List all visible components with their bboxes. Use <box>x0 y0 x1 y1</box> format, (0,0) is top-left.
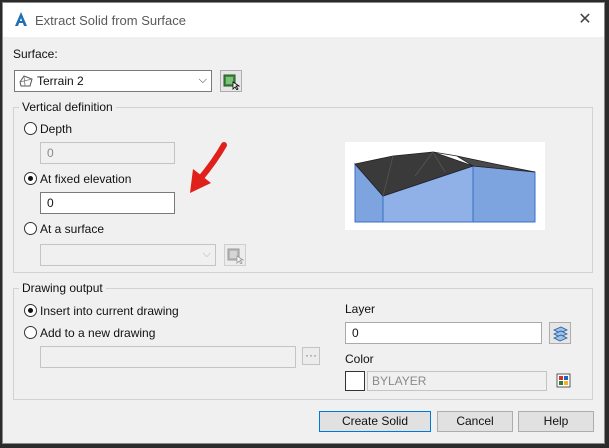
color-input[interactable]: BYLAYER <box>367 371 547 391</box>
color-palette-icon <box>556 373 571 388</box>
layer-button[interactable] <box>549 322 571 344</box>
solid-preview-image <box>345 142 545 230</box>
depth-label: Depth <box>40 122 73 136</box>
create-solid-button[interactable]: Create Solid <box>319 411 431 432</box>
cancel-button[interactable]: Cancel <box>437 411 513 432</box>
color-picker-button[interactable] <box>553 370 573 390</box>
color-label: Color <box>345 352 374 366</box>
layer-label: Layer <box>345 302 376 316</box>
help-button[interactable]: Help <box>518 411 594 432</box>
color-swatch <box>345 371 365 391</box>
add-new-drawing-label: Add to a new drawing <box>40 326 156 340</box>
autocad-civil-icon <box>15 12 27 26</box>
add-new-drawing-radio[interactable] <box>24 326 37 339</box>
fixed-elevation-radio[interactable] <box>24 172 37 185</box>
new-drawing-path-input[interactable] <box>40 346 296 368</box>
depth-input[interactable]: 0 <box>40 142 175 164</box>
annotation-arrow-icon <box>190 142 227 193</box>
at-surface-radio[interactable] <box>24 222 37 235</box>
browse-button[interactable]: ··· <box>302 347 320 365</box>
surface-label: Surface: <box>13 47 58 61</box>
at-surface-label: At a surface <box>40 222 105 236</box>
chevron-down-icon: ⌵ <box>202 248 211 260</box>
surface-select[interactable]: Terrain 2 ⌵ <box>14 70 212 92</box>
surface-icon <box>19 75 33 87</box>
title-bar: Extract Solid from Surface ✕ <box>3 3 604 37</box>
extracted-solid-illustration <box>354 151 536 223</box>
pick-surface-disabled-button[interactable] <box>224 244 246 266</box>
chevron-down-icon: ⌵ <box>198 74 207 86</box>
close-icon[interactable]: ✕ <box>574 9 596 31</box>
at-surface-select[interactable]: ⌵ <box>40 244 216 266</box>
insert-current-drawing-label: Insert into current drawing <box>40 304 179 318</box>
extract-solid-dialog: Extract Solid from Surface ✕ Surface: Te… <box>2 2 605 444</box>
fixed-elevation-label: At fixed elevation <box>40 172 132 186</box>
fixed-elevation-input[interactable]: 0 <box>40 192 175 214</box>
vertical-definition-title: Vertical definition <box>19 100 116 114</box>
pick-from-drawing-icon <box>227 248 244 264</box>
layer-input[interactable]: 0 <box>345 322 542 344</box>
pick-from-drawing-icon <box>223 74 240 90</box>
layers-icon <box>553 326 568 342</box>
window-title: Extract Solid from Surface <box>35 13 186 28</box>
pick-surface-button[interactable] <box>220 70 242 92</box>
insert-current-drawing-radio[interactable] <box>24 304 37 317</box>
surface-select-value: Terrain 2 <box>37 74 84 88</box>
drawing-output-title: Drawing output <box>19 281 106 295</box>
depth-radio[interactable] <box>24 122 37 135</box>
